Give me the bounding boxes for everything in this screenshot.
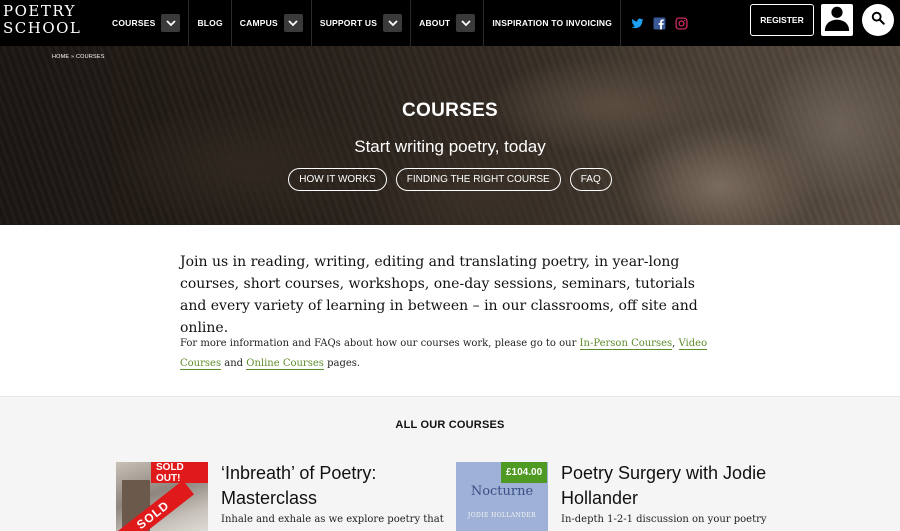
nav-label: ABOUT xyxy=(419,18,451,28)
intro-paragraph: Join us in reading, writing, editing and… xyxy=(180,254,698,336)
chevron-down-icon[interactable] xyxy=(283,14,303,32)
account-button[interactable] xyxy=(821,4,853,36)
book-cover-author: JODIE HOLLANDER xyxy=(467,512,537,519)
main-nav: COURSES BLOG CAMPUS SUPPORT US ABOUT INS… xyxy=(104,0,697,46)
hero-button-group: HOW IT WORKS FINDING THE RIGHT COURSE FA… xyxy=(0,168,900,191)
sold-out-badge: SOLD OUT! xyxy=(151,462,208,484)
register-button[interactable]: REGISTER xyxy=(750,4,814,36)
nav-label: SUPPORT US xyxy=(319,18,378,28)
nav-label: CAMPUS xyxy=(239,18,278,28)
online-courses-link[interactable]: Online Courses xyxy=(246,358,324,370)
nav-label: COURSES xyxy=(112,18,156,28)
search-button[interactable] xyxy=(862,4,894,36)
top-navigation-bar: POETRY SCHOOL COURSES BLOG CAMPUS SUPPOR… xyxy=(0,0,900,46)
section-heading: ALL OUR COURSES xyxy=(395,419,505,431)
separator: , xyxy=(672,338,679,349)
logo-line-2: SCHOOL xyxy=(3,19,82,37)
chevron-down-icon[interactable] xyxy=(161,14,181,32)
course-image-poetry-surgery[interactable]: Nocturne JODIE HOLLANDER £104.00 xyxy=(456,462,548,531)
twitter-icon[interactable] xyxy=(631,17,644,30)
course-title[interactable]: Poetry Surgery with Jodie Hollander xyxy=(561,461,781,511)
social-links xyxy=(620,0,697,46)
more-info-paragraph: For more information and FAQs about how … xyxy=(180,334,720,374)
chevron-down-icon[interactable] xyxy=(456,14,476,32)
logo-line-1: POETRY xyxy=(3,2,77,20)
page-subtitle: Start writing poetry, today xyxy=(354,137,546,156)
how-it-works-button[interactable]: HOW IT WORKS xyxy=(288,168,387,191)
all-courses-section: ALL OUR COURSES SOLD SOLD OUT! ‘Inbreath… xyxy=(0,396,900,531)
course-description: In-depth 1-2-1 discussion on your poetry xyxy=(561,514,767,525)
breadcrumb[interactable]: HOME » COURSES xyxy=(52,54,105,60)
course-title[interactable]: ‘Inbreath’ of Poetry: Masterclass xyxy=(221,461,441,511)
more-info-text: For more information and FAQs about how … xyxy=(180,338,580,349)
nav-item-inspiration-to-invoicing[interactable]: INSPIRATION TO INVOICING xyxy=(483,0,620,46)
price-badge: £104.00 xyxy=(501,462,548,483)
facebook-icon[interactable] xyxy=(653,17,666,30)
instagram-icon[interactable] xyxy=(675,16,688,30)
search-icon xyxy=(871,11,885,30)
pages-text: pages. xyxy=(323,358,361,369)
faq-button[interactable]: FAQ xyxy=(569,168,612,191)
nav-item-blog[interactable]: BLOG xyxy=(188,0,230,46)
chevron-down-icon[interactable] xyxy=(383,14,403,32)
nav-item-campus[interactable]: CAMPUS xyxy=(230,0,311,46)
book-cover-title: Nocturne xyxy=(470,484,534,499)
nav-item-courses[interactable]: COURSES xyxy=(104,0,188,46)
finding-the-right-course-button[interactable]: FINDING THE RIGHT COURSE xyxy=(395,168,561,191)
nav-label: INSPIRATION TO INVOICING xyxy=(492,18,613,28)
nav-item-support-us[interactable]: SUPPORT US xyxy=(310,0,410,46)
nav-item-about[interactable]: ABOUT xyxy=(410,0,483,46)
course-image-inbreath[interactable]: SOLD SOLD OUT! xyxy=(116,462,208,531)
poetry-school-logo[interactable]: POETRY SCHOOL xyxy=(3,3,93,37)
course-description: Inhale and exhale as we explore poetry t… xyxy=(221,514,444,525)
in-person-courses-link[interactable]: In-Person Courses xyxy=(579,338,673,350)
hero-banner: HOME » COURSES COURSES Start writing poe… xyxy=(0,46,900,225)
page-title: COURSES xyxy=(401,100,499,121)
user-avatar-icon xyxy=(822,4,852,36)
and-text: and xyxy=(221,358,247,369)
nav-label: BLOG xyxy=(197,18,223,28)
